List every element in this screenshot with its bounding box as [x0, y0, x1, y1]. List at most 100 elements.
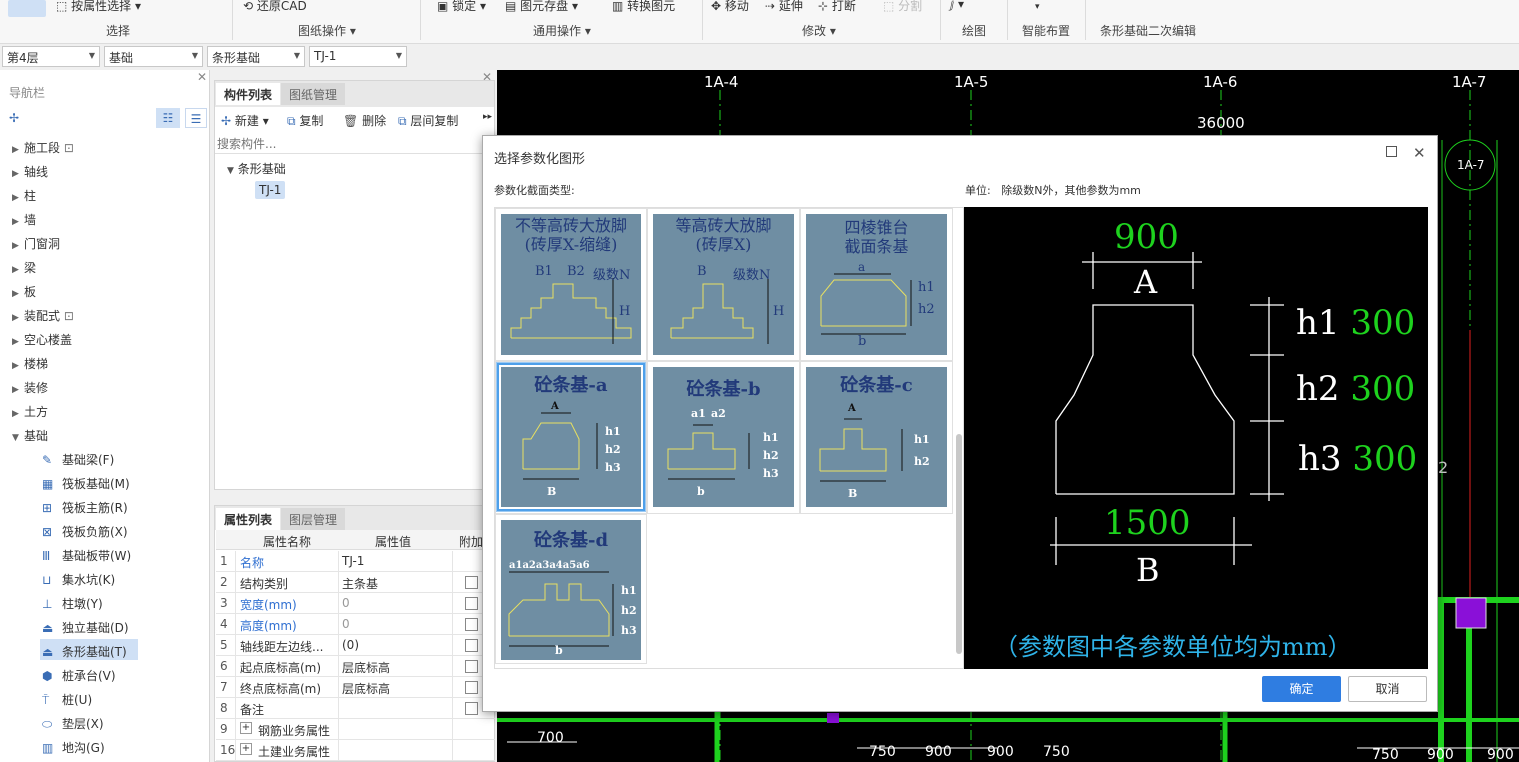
attach-checkbox[interactable]	[465, 597, 478, 610]
nav-item-beam[interactable]: ▶ 梁	[12, 259, 36, 276]
break-button[interactable]: ⊹ 打断	[818, 0, 856, 14]
expand-icon[interactable]: +	[240, 743, 252, 755]
draw-tool-button[interactable]: ⅉ ▾	[950, 0, 964, 11]
property-value[interactable]: 层底标高	[342, 659, 390, 676]
close-icon[interactable]: ✕	[1413, 144, 1426, 162]
tab-component-list[interactable]: 构件列表	[216, 83, 281, 105]
detail-view-icon[interactable]: ☰	[185, 108, 207, 128]
property-row[interactable]: 2 结构类别 主条基	[216, 572, 495, 593]
nav-close-icon[interactable]: ✕	[197, 70, 207, 84]
group-strip-edit: 条形基础二次编辑	[1100, 24, 1197, 38]
property-row[interactable]: 9 + 钢筋业务属性	[216, 719, 495, 740]
shape-tile-concrete-d[interactable]: 砼条基-d a1a2a3a4a5a6 h1 h2 h3 b	[501, 520, 641, 660]
attach-checkbox[interactable]	[465, 639, 478, 652]
attach-checkbox[interactable]	[465, 576, 478, 589]
list-view-icon[interactable]: ☷	[156, 108, 180, 128]
property-value[interactable]: 0	[342, 617, 350, 631]
smart-dropdown[interactable]: ▾	[1035, 2, 1040, 12]
select-button-highlight[interactable]	[8, 0, 46, 17]
copy-button[interactable]: ⧉ 复制	[287, 112, 323, 129]
restore-cad-button[interactable]: ⟲ 还原CAD	[243, 0, 307, 14]
pin-icon[interactable]: ✢	[9, 111, 19, 125]
property-row[interactable]: 7 终点底标高(m) 层底标高	[216, 677, 495, 698]
property-value[interactable]: 0	[342, 596, 350, 610]
sub-item-pile[interactable]: ⍑ 桩(U)	[42, 691, 92, 708]
save-icon: ▤	[505, 0, 517, 13]
nav-item-slab[interactable]: ▶ 板	[12, 283, 36, 300]
nav-item-stair[interactable]: ▶ 楼梯	[12, 355, 48, 372]
convert-element-button[interactable]: ▥ 转换图元	[612, 0, 675, 14]
delete-button[interactable]: 🗑 删除	[343, 112, 386, 129]
maximize-icon[interactable]	[1386, 146, 1397, 157]
select-by-attribute-button[interactable]: ⬚ 按属性选择 ▾	[56, 0, 141, 14]
attach-checkbox[interactable]	[465, 660, 478, 673]
tab-property-list[interactable]: 属性列表	[216, 508, 281, 530]
sub-item-slab-strip[interactable]: Ⅲ 基础板带(W)	[42, 547, 131, 564]
sub-item-raft-main-rebar[interactable]: ⊞ 筏板主筋(R)	[42, 499, 128, 516]
property-value[interactable]: TJ-1	[342, 554, 364, 568]
property-value[interactable]: 层底标高	[342, 680, 390, 697]
new-button[interactable]: ✢ 新建 ▾	[221, 112, 269, 129]
floor-copy-button[interactable]: ⧉ 层间复制	[398, 112, 458, 129]
nav-item-earthwork[interactable]: ▶ 土方	[12, 403, 48, 420]
property-row[interactable]: 5 轴线距左边线... (0)	[216, 635, 495, 656]
category-select[interactable]: 基础 ▼	[104, 46, 203, 67]
property-row[interactable]: 1 名称 TJ-1	[216, 551, 495, 572]
sub-item-raft-neg-rebar[interactable]: ⊠ 筏板负筋(X)	[42, 523, 128, 540]
attach-checkbox[interactable]	[465, 618, 478, 631]
save-element-button[interactable]: ▤ 图元存盘 ▾	[505, 0, 578, 14]
shape-tile-concrete-c[interactable]: 砼条基-c A h1 h2 B	[806, 367, 947, 507]
sub-item-sump[interactable]: ⊔ 集水坑(K)	[42, 571, 115, 588]
nav-item-axis[interactable]: ▶ 轴线	[12, 163, 48, 180]
sub-item-cushion[interactable]: ⬭ 垫层(X)	[42, 715, 104, 732]
search-input[interactable]	[215, 134, 494, 154]
expand-icon[interactable]: +	[240, 722, 252, 734]
tree-item-tj1[interactable]: TJ-1	[255, 181, 286, 199]
property-value[interactable]: (0)	[342, 638, 359, 652]
cushion-icon: ⬭	[42, 717, 53, 731]
more-icon[interactable]: ▸▸	[483, 112, 492, 122]
ok-button[interactable]: 确定	[1262, 676, 1341, 702]
move-button[interactable]: ✥ 移动	[711, 0, 749, 14]
sub-item-trench[interactable]: ▥ 地沟(G)	[42, 739, 105, 756]
shape-tile-concrete-a[interactable]: 砼条基-a A h1 h2 h3 B	[501, 367, 641, 507]
shape-tile-pyramid[interactable]: 四棱锥台 截面条基 a h1 h2 b	[806, 214, 947, 355]
floor-select[interactable]: 第4层 ▼	[2, 46, 100, 67]
sub-item-strip-foundation[interactable]: ⏏ 条形基础(T)	[42, 643, 127, 660]
attach-checkbox[interactable]	[465, 702, 478, 715]
sub-item-pier[interactable]: ⊥ 柱墩(Y)	[42, 595, 103, 612]
tree-group[interactable]: ▼ 条形基础	[227, 160, 286, 177]
nav-item-door-window[interactable]: ▶ 门窗洞	[12, 235, 60, 252]
property-row[interactable]: 16 + 土建业务属性	[216, 740, 495, 761]
nav-item-construction-section[interactable]: ▶ 施工段 ⊡	[12, 139, 74, 156]
nav-item-hollow-floor[interactable]: ▶ 空心楼盖	[12, 331, 72, 348]
shape-tile-equal-brick[interactable]: 等高砖大放脚 (砖厚X) B 级数N H	[653, 214, 794, 355]
nav-item-foundation[interactable]: ▼ 基础	[12, 427, 48, 444]
property-value[interactable]: 主条基	[342, 575, 378, 592]
shape-tile-unequal-brick[interactable]: 不等高砖大放脚 (砖厚X-缩缝) B1 B2 级数N H	[501, 214, 641, 355]
sub-item-foundation-beam[interactable]: ✎ 基础梁(F)	[42, 451, 114, 468]
convert-icon: ▥	[612, 0, 624, 13]
tab-drawing-mgmt[interactable]: 图纸管理	[281, 83, 346, 105]
property-row[interactable]: 4 高度(mm) 0	[216, 614, 495, 635]
component-select[interactable]: TJ-1 ▼	[309, 46, 407, 67]
sub-item-isolated[interactable]: ⏏ 独立基础(D)	[42, 619, 129, 636]
nav-item-wall[interactable]: ▶ 墙	[12, 211, 36, 228]
shape-tile-concrete-b[interactable]: 砼条基-b a1 a2 h1 h2 h3 b	[653, 367, 794, 507]
property-row[interactable]: 3 宽度(mm) 0	[216, 593, 495, 614]
attach-checkbox[interactable]	[465, 681, 478, 694]
property-row[interactable]: 8 备注	[216, 698, 495, 719]
type-select[interactable]: 条形基础 ▼	[207, 46, 305, 67]
sub-item-pile-cap[interactable]: ⬢ 桩承台(V)	[42, 667, 116, 684]
property-row[interactable]: 6 起点底标高(m) 层底标高	[216, 656, 495, 677]
extend-button[interactable]: ⇢ 延伸	[765, 0, 803, 14]
sub-item-raft[interactable]: ▦ 筏板基础(M)	[42, 475, 130, 492]
nav-item-decoration[interactable]: ▶ 装修	[12, 379, 48, 396]
tab-layer-mgmt[interactable]: 图层管理	[281, 508, 346, 530]
cancel-button[interactable]: 取消	[1348, 676, 1427, 702]
lock-button[interactable]: ▣ 锁定 ▾	[437, 0, 486, 14]
nav-item-column[interactable]: ▶ 柱	[12, 187, 36, 204]
nav-item-prefab[interactable]: ▶ 装配式 ⊡	[12, 307, 74, 324]
tile-grid-scrollbar[interactable]	[956, 434, 962, 654]
split-button[interactable]: ⬚ 分割	[883, 0, 922, 14]
